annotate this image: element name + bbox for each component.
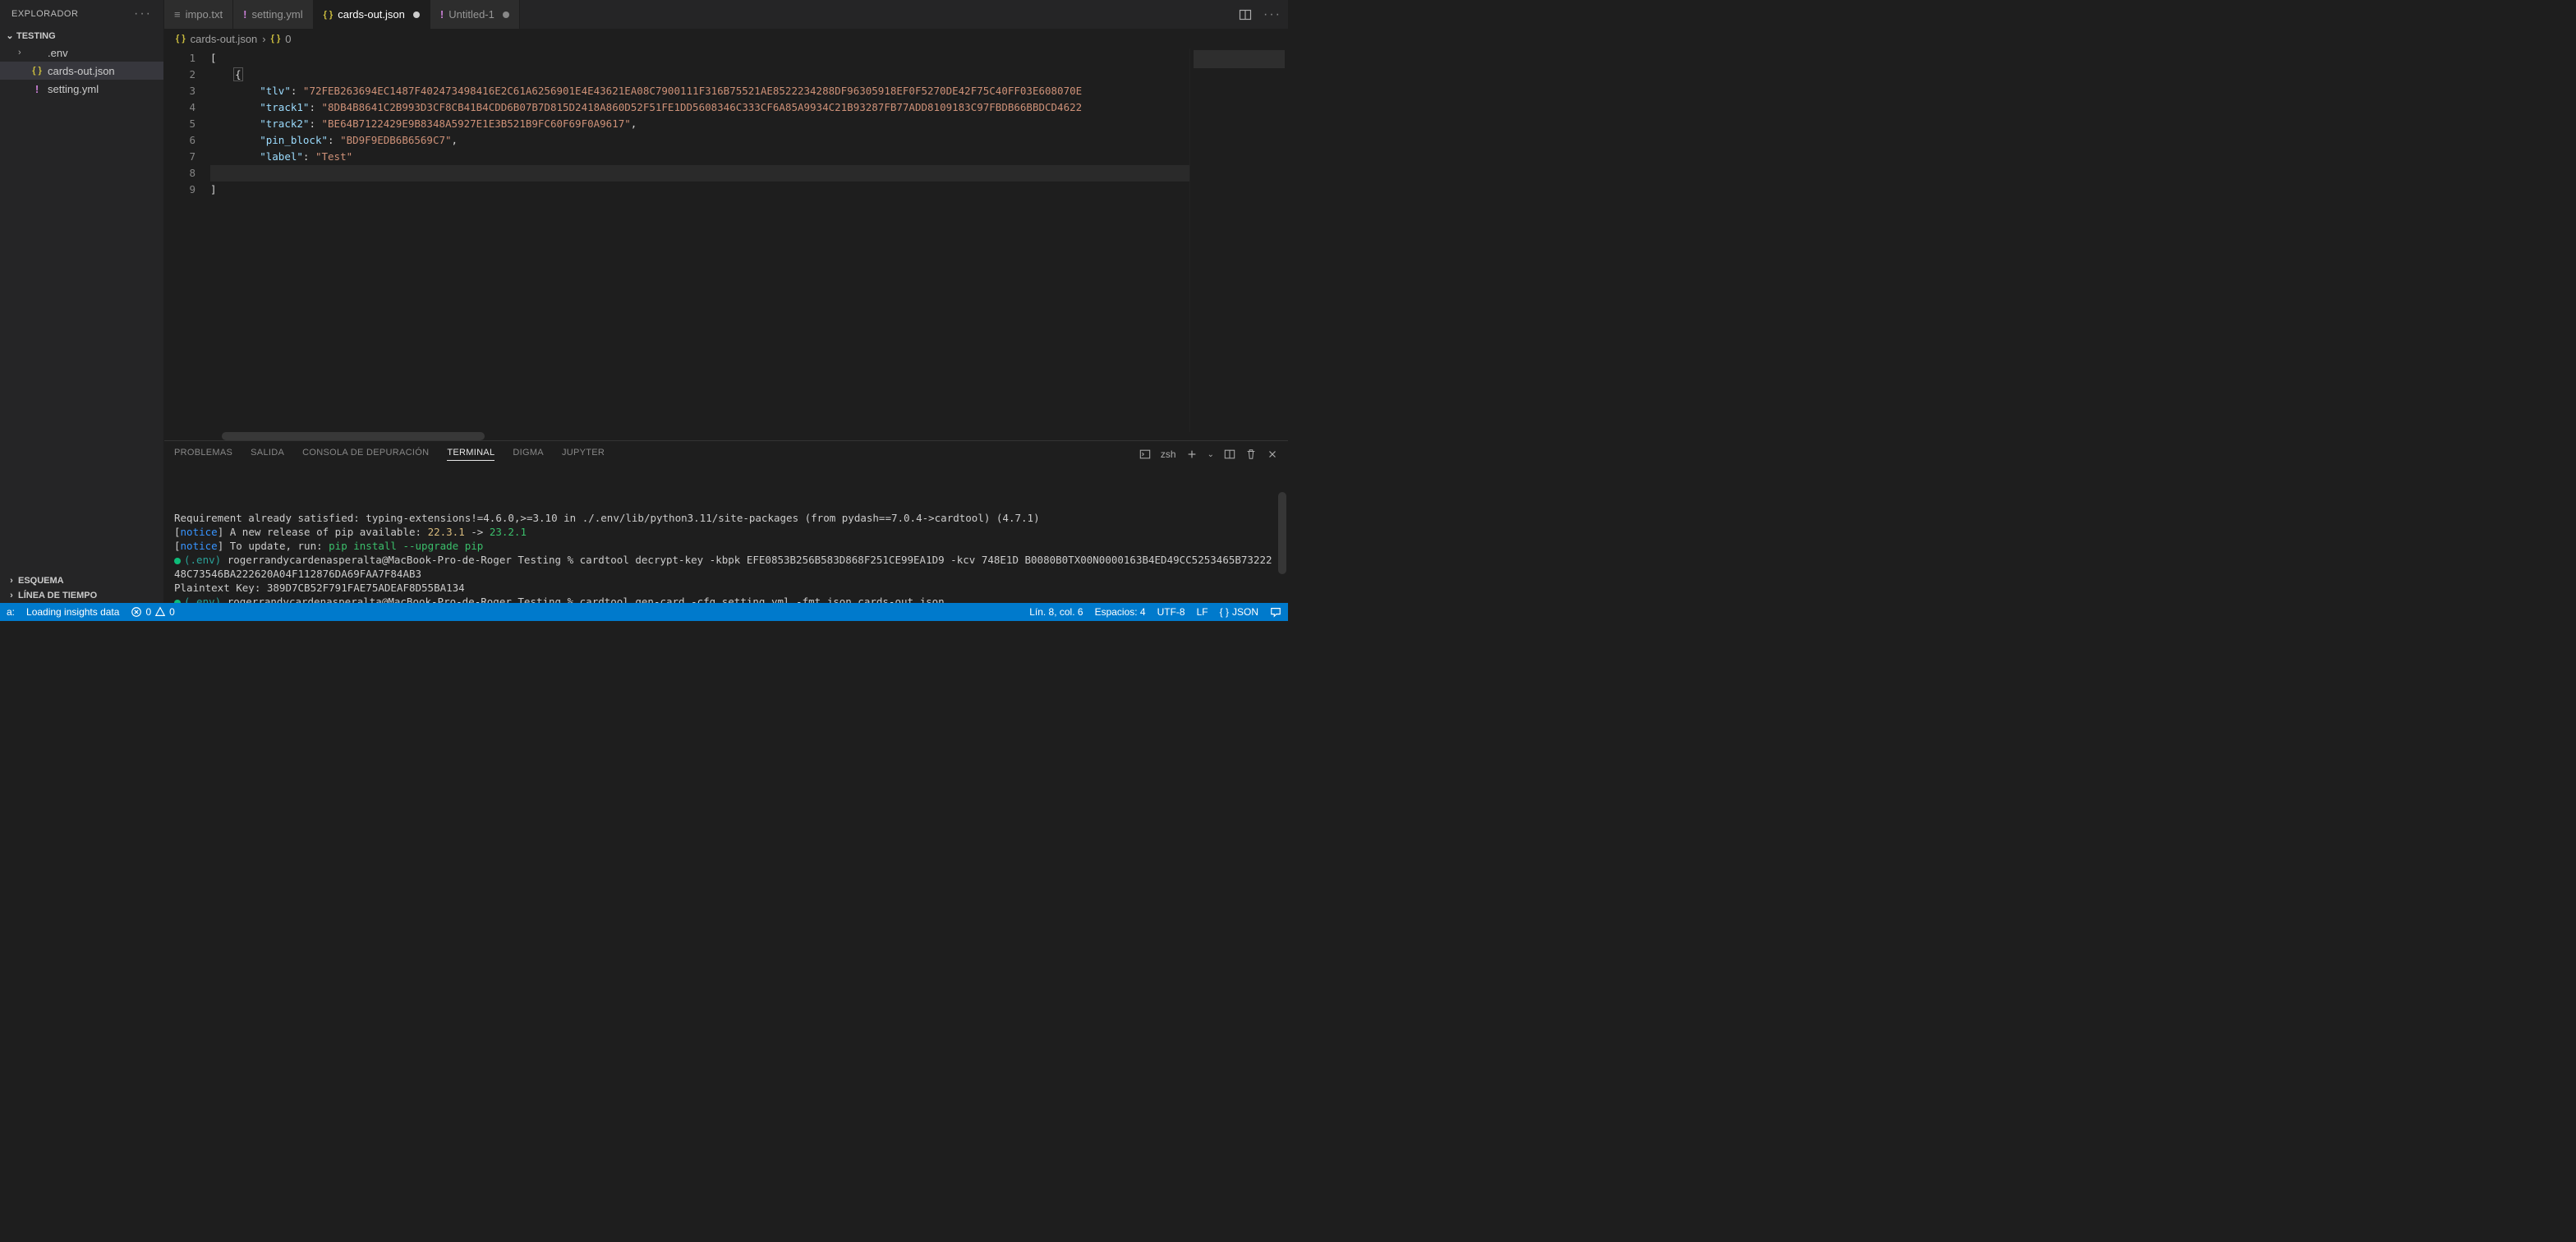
json-icon: { } — [176, 34, 186, 44]
panel-tab-salida[interactable]: SALIDA — [251, 448, 284, 461]
code-content[interactable]: [ { "tlv": "72FEB263694EC1487F4024734984… — [210, 48, 1189, 432]
panel-tab-digma[interactable]: DIGMA — [513, 448, 544, 461]
file-item-cards-out-json[interactable]: { } cards-out.json — [0, 62, 163, 80]
section-línea-de-tiempo[interactable]: ›LÍNEA DE TIEMPO — [0, 588, 163, 603]
tab-impo-txt[interactable]: ≡ impo.txt — [164, 0, 233, 29]
yml-icon: ! — [30, 83, 44, 95]
section-label: LÍNEA DE TIEMPO — [18, 591, 97, 600]
explorer-title: EXPLORADOR — [12, 9, 78, 19]
split-editor-icon[interactable] — [1239, 8, 1252, 21]
horizontal-scrollbar[interactable] — [164, 432, 1288, 440]
tab-label: cards-out.json — [338, 8, 405, 21]
panel-tab-problemas[interactable]: PROBLEMAS — [174, 448, 232, 461]
prompt-bullet-icon — [174, 600, 181, 604]
tab-cards-out-json[interactable]: { } cards-out.json — [314, 0, 430, 29]
file-label: cards-out.json — [48, 65, 115, 77]
breadcrumb-separator: › — [262, 33, 265, 45]
split-terminal-icon[interactable] — [1224, 448, 1235, 460]
bottom-panel: PROBLEMAS SALIDA CONSOLA DE DEPURACIÓN TERM… — [164, 440, 1288, 603]
chevron-down-icon: ⌄ — [3, 30, 16, 41]
close-icon[interactable] — [1267, 448, 1278, 460]
status-loading[interactable]: Loading insights data — [26, 606, 119, 618]
chevron-right-icon: › — [5, 591, 18, 600]
breadcrumb-file: cards-out.json — [191, 33, 258, 45]
panel-tabs: PROBLEMAS SALIDA CONSOLA DE DEPURACIÓN TERM… — [164, 441, 1288, 467]
section-esquema[interactable]: ›ESQUEMA — [0, 573, 163, 588]
tab-label: Untitled-1 — [448, 8, 494, 21]
breadcrumb[interactable]: { } cards-out.json › { } 0 — [164, 29, 1288, 48]
dirty-indicator-icon — [503, 12, 509, 18]
status-encoding[interactable]: UTF-8 — [1157, 606, 1185, 618]
breadcrumb-symbol: 0 — [285, 33, 291, 45]
terminal-line: [notice] To update, run: pip install --u… — [174, 539, 1278, 553]
panel-tab-consola-de-depuración[interactable]: CONSOLA DE DEPURACIÓN — [302, 448, 429, 461]
explorer-more-icon[interactable]: ··· — [134, 7, 152, 21]
error-count: 0 — [145, 606, 151, 618]
warning-count: 0 — [169, 606, 175, 618]
minimap-viewport[interactable] — [1194, 50, 1285, 68]
prompt-bullet-icon — [174, 558, 181, 564]
file-label: .env — [48, 47, 68, 59]
tab-setting-yml[interactable]: ! setting.yml — [233, 0, 313, 29]
terminal-line: Requirement already satisfied: typing-ex… — [174, 511, 1278, 525]
object-icon: { } — [271, 34, 281, 44]
terminal-line: [notice] A new release of pip available:… — [174, 525, 1278, 539]
plus-icon[interactable] — [1186, 448, 1198, 460]
yml-icon: ! — [243, 8, 246, 21]
terminal-line: (.env) rogerrandycardenasperalta@MacBook… — [174, 595, 1278, 603]
status-cursor[interactable]: Lín. 8, col. 6 — [1029, 606, 1083, 618]
line-gutter: 123456789 — [164, 48, 210, 432]
section-label: ESQUEMA — [18, 576, 64, 586]
explorer-sidebar: EXPLORADOR ··· ⌄ TESTING › .env { } cards-o… — [0, 0, 164, 603]
terminal-output[interactable]: Requirement already satisfied: typing-ex… — [164, 467, 1288, 603]
terminal-line: (.env) rogerrandycardenasperalta@MacBook… — [174, 553, 1278, 581]
minimap[interactable] — [1189, 48, 1288, 432]
folder-root-label: TESTING — [16, 31, 56, 41]
dirty-indicator-icon — [413, 12, 420, 18]
terminal-line: Plaintext Key: 389D7CB52F791FAE75ADEAF8D… — [174, 581, 1278, 595]
json-icon: { } — [324, 10, 334, 20]
file-icon: ≡ — [174, 8, 181, 21]
yml-icon: ! — [440, 8, 444, 21]
editor-more-icon[interactable]: ··· — [1263, 7, 1281, 22]
statusbar: a: Loading insights data 0 0 Lín. 8, col… — [0, 603, 1288, 621]
trash-icon[interactable] — [1245, 448, 1257, 460]
panel-tab-jupyter[interactable]: JUPYTER — [562, 448, 605, 461]
json-icon: { } — [30, 66, 44, 76]
braces-icon: { } — [1220, 606, 1229, 618]
chevron-right-icon: › — [5, 576, 18, 586]
feedback-icon[interactable] — [1270, 606, 1281, 618]
status-eol[interactable]: LF — [1197, 606, 1208, 618]
status-left-truncated[interactable]: a: — [7, 606, 15, 618]
status-language-label: JSON — [1232, 606, 1258, 618]
horizontal-scrollbar-thumb[interactable] — [222, 432, 485, 440]
status-spaces[interactable]: Espacios: 4 — [1095, 606, 1146, 618]
file-item-setting-yml[interactable]: ! setting.yml — [0, 80, 163, 98]
terminal-shell-label[interactable]: zsh — [1161, 448, 1176, 460]
folder-root[interactable]: ⌄ TESTING — [0, 28, 163, 44]
file-item--env[interactable]: › .env — [0, 44, 163, 62]
tab-label: impo.txt — [186, 8, 223, 21]
tab-label: setting.yml — [251, 8, 302, 21]
code-editor[interactable]: 123456789 [ { "tlv": "72FEB263694EC1487F… — [164, 48, 1288, 432]
chevron-right-icon: › — [18, 48, 30, 58]
status-problems[interactable]: 0 0 — [131, 606, 174, 618]
editor-tabs: ≡ impo.txt! setting.yml { } cards-out.json! U… — [164, 0, 1288, 29]
panel-tab-terminal[interactable]: TERMINAL — [447, 448, 494, 461]
tab-Untitled-1[interactable]: ! Untitled-1 — [430, 0, 520, 29]
terminal-scrollbar[interactable] — [1278, 492, 1286, 574]
file-label: setting.yml — [48, 83, 99, 95]
status-language[interactable]: { } JSON — [1220, 606, 1258, 618]
terminal-profile-icon[interactable] — [1139, 448, 1151, 460]
chevron-down-icon[interactable]: ⌄ — [1208, 450, 1214, 459]
